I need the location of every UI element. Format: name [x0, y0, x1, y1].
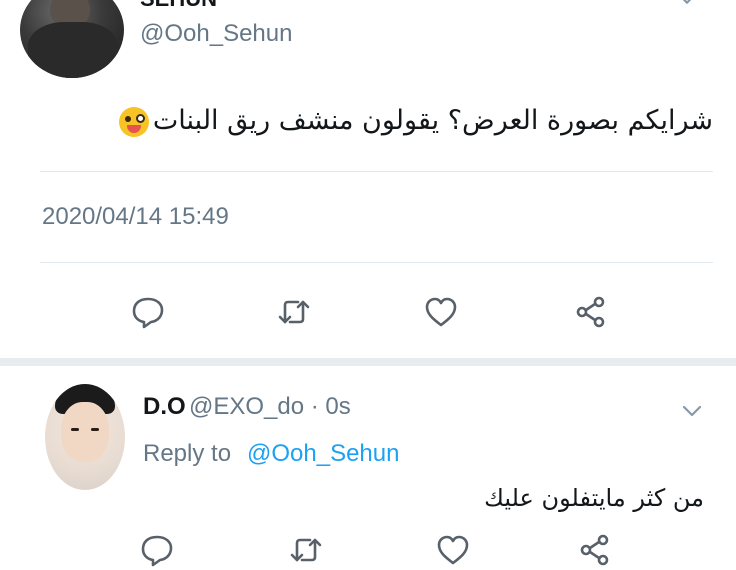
reply-icon[interactable]: [137, 530, 177, 570]
like-icon[interactable]: [433, 530, 473, 570]
reply-author-name[interactable]: D.O: [143, 393, 186, 421]
reply-handle-time[interactable]: @EXO_do · 0s: [189, 393, 351, 421]
author-name[interactable]: SEHUN: [140, 0, 217, 12]
section-separator: [0, 358, 736, 366]
divider: [40, 171, 713, 172]
like-icon[interactable]: [421, 292, 461, 332]
reply-actions: [0, 530, 736, 570]
share-icon[interactable]: [571, 292, 611, 332]
reply-text: من كثر مايتفلون عليك: [484, 484, 704, 512]
reply-icon[interactable]: [128, 292, 168, 332]
reply-to-link[interactable]: @Ooh_Sehun: [247, 440, 399, 468]
chevron-down-icon[interactable]: [676, 0, 698, 10]
avatar[interactable]: [20, 0, 124, 78]
winking-tongue-emoji-icon: [118, 106, 149, 137]
avatar[interactable]: [45, 384, 125, 490]
tweet-text: شرايكم بصورة العرض؟ يقولون منشف ريق البن…: [118, 105, 713, 137]
share-icon[interactable]: [575, 530, 615, 570]
tweet-text-content: شرايكم بصورة العرض؟ يقولون منشف ريق البن…: [152, 105, 713, 136]
divider: [40, 262, 713, 263]
chevron-down-icon[interactable]: [680, 399, 704, 423]
tweet-timestamp[interactable]: 2020/04/14 15:49: [42, 203, 229, 231]
retweet-icon[interactable]: [286, 530, 326, 570]
tweet-actions: [0, 292, 736, 332]
reply-to-label: Reply to: [143, 440, 232, 467]
author-handle[interactable]: @Ooh_Sehun: [140, 20, 292, 48]
retweet-icon[interactable]: [274, 292, 314, 332]
